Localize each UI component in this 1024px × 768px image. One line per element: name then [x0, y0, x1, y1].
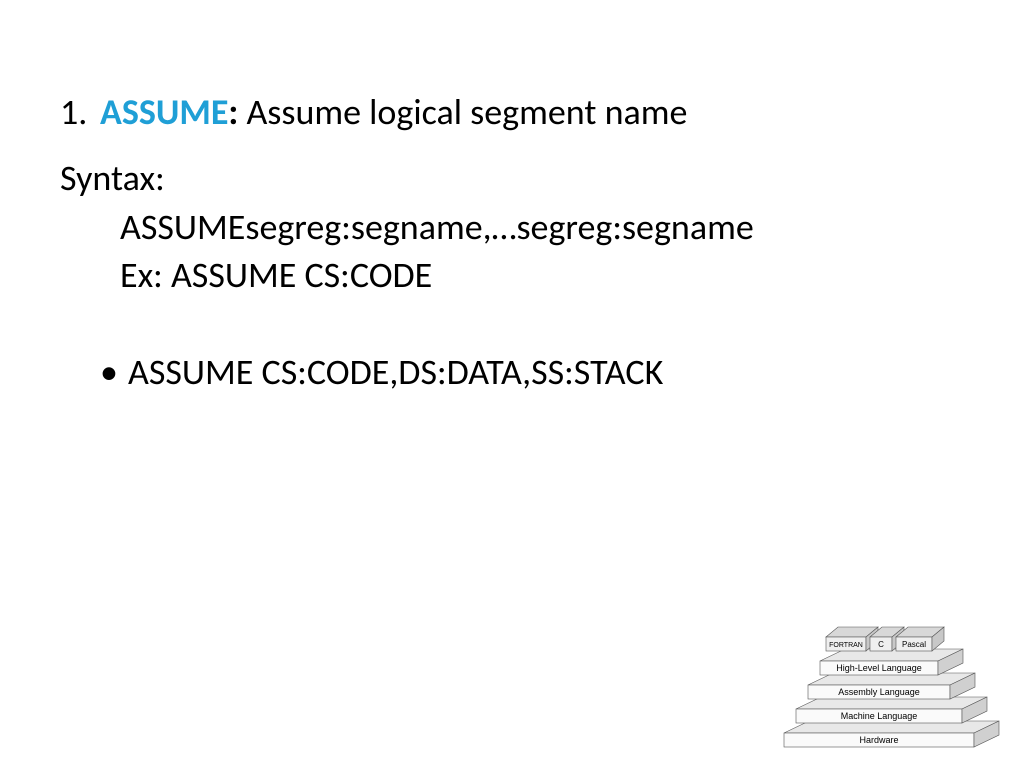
- heading-colon: :: [228, 90, 238, 134]
- svg-text:Hardware: Hardware: [859, 735, 898, 745]
- pyramid-level-highlevel: High-Level Language: [820, 649, 963, 675]
- svg-text:FORTRAN: FORTRAN: [829, 642, 863, 649]
- heading-keyword: ASSUME: [100, 90, 228, 134]
- bullet-marker: •: [100, 350, 128, 394]
- pyramid-level-assembly: Assembly Language: [808, 673, 975, 699]
- syntax-line1: ASSUMEsegreg:segname,…segreg:segname: [120, 203, 964, 252]
- syntax-block: Syntax: ASSUMEsegreg:segname,…segreg:seg…: [60, 154, 964, 300]
- syntax-label: Syntax:: [60, 154, 964, 203]
- svg-text:Pascal: Pascal: [902, 640, 926, 649]
- pyramid-level-machine: Machine Language: [796, 697, 987, 723]
- pyramid-diagram: Hardware Machine Language Assembly Langu…: [774, 593, 1004, 748]
- heading-number: 1.: [60, 90, 100, 134]
- slide-content: 1.ASSUME: Assume logical segment name Sy…: [0, 0, 1024, 768]
- svg-text:High-Level Language: High-Level Language: [836, 663, 922, 673]
- svg-text:Assembly Language: Assembly Language: [838, 687, 920, 697]
- bullet-block: •ASSUME CS:CODE,DS:DATA,SS:STACK: [100, 350, 964, 394]
- bullet-text: ASSUME CS:CODE,DS:DATA,SS:STACK: [128, 350, 663, 394]
- heading-line: 1.ASSUME: Assume logical segment name: [60, 90, 964, 134]
- heading-description: Assume logical segment name: [238, 90, 687, 134]
- pyramid-level-hardware: Hardware: [784, 721, 999, 747]
- syntax-line2: Ex: ASSUME CS:CODE: [120, 251, 964, 300]
- svg-text:Machine Language: Machine Language: [841, 711, 918, 721]
- svg-text:C: C: [878, 640, 884, 649]
